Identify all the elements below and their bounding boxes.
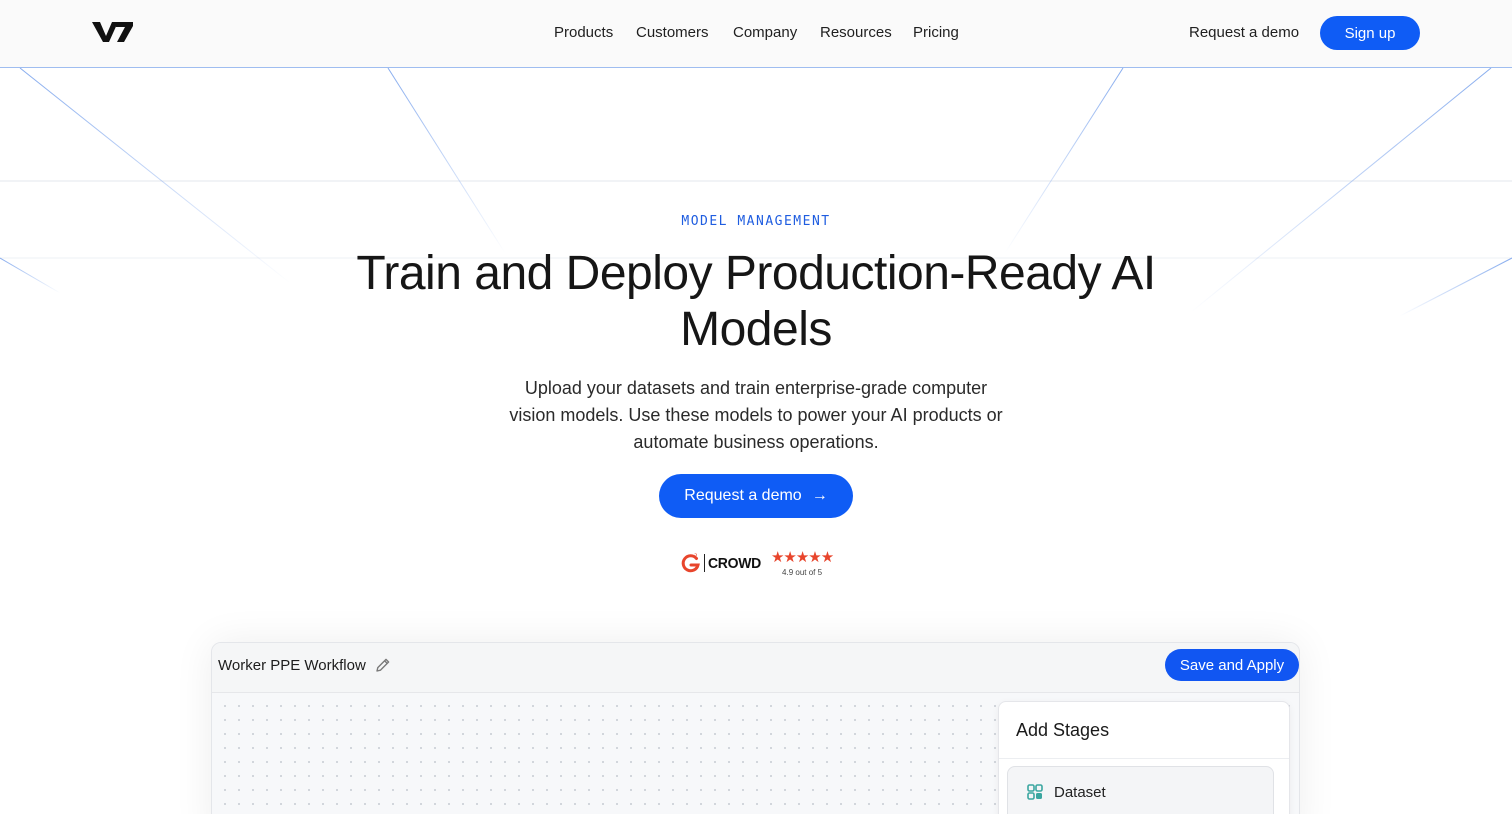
workflow-toolbar: Worker PPE Workflow Save and Apply (212, 643, 1299, 693)
signup-button[interactable]: Sign up (1320, 16, 1420, 50)
g2-rating-badge: 2 CROWD ★★★★★ 4.9 out of 5 (680, 548, 834, 578)
navbar: Products Customers Company Resources Pri… (0, 0, 1512, 68)
v7-logo[interactable] (92, 20, 134, 44)
stage-item-label: Dataset (1054, 784, 1106, 801)
hero-subtitle: Upload your datasets and train enterpris… (509, 378, 1003, 452)
panel-divider (999, 758, 1289, 759)
nav-company[interactable]: Company (733, 24, 797, 41)
hero-cta-label: Request a demo (684, 487, 802, 504)
g2-crowd-wordmark: CROWD (708, 554, 761, 572)
workflow-editor-preview: Worker PPE Workflow Save and Apply Add S… (211, 642, 1300, 814)
arrow-right-icon: → (811, 487, 828, 504)
nav-pricing[interactable]: Pricing (913, 24, 959, 41)
add-stages-panel: Add Stages Dataset (998, 701, 1290, 814)
nav-products[interactable]: Products (554, 24, 613, 41)
svg-text:2: 2 (694, 554, 698, 560)
nav-resources[interactable]: Resources (820, 24, 892, 41)
g2-logo-icon: 2 (681, 554, 700, 573)
pencil-icon[interactable] (374, 656, 392, 674)
stage-item-dataset[interactable]: Dataset (1007, 766, 1274, 814)
save-and-apply-button[interactable]: Save and Apply (1165, 649, 1299, 681)
hero-eyebrow: MODEL MANAGEMENT (681, 214, 831, 229)
star-rating-icon: ★★★★★ (770, 548, 834, 566)
hero-request-demo-button[interactable]: Request a demo → (659, 474, 853, 518)
add-stages-title: Add Stages (1016, 720, 1110, 740)
workflow-title: Worker PPE Workflow (218, 657, 366, 674)
dataset-icon (1027, 784, 1043, 800)
g2-separator (704, 554, 705, 572)
nav-customers[interactable]: Customers (636, 24, 709, 41)
g2-score: ★★★★★ 4.9 out of 5 (770, 548, 834, 577)
g2-score-text: 4.9 out of 5 (782, 567, 823, 577)
nav-request-demo-link[interactable]: Request a demo (1189, 24, 1299, 41)
hero-title: Train and Deploy Production-Ready AI Mod… (356, 247, 1156, 356)
